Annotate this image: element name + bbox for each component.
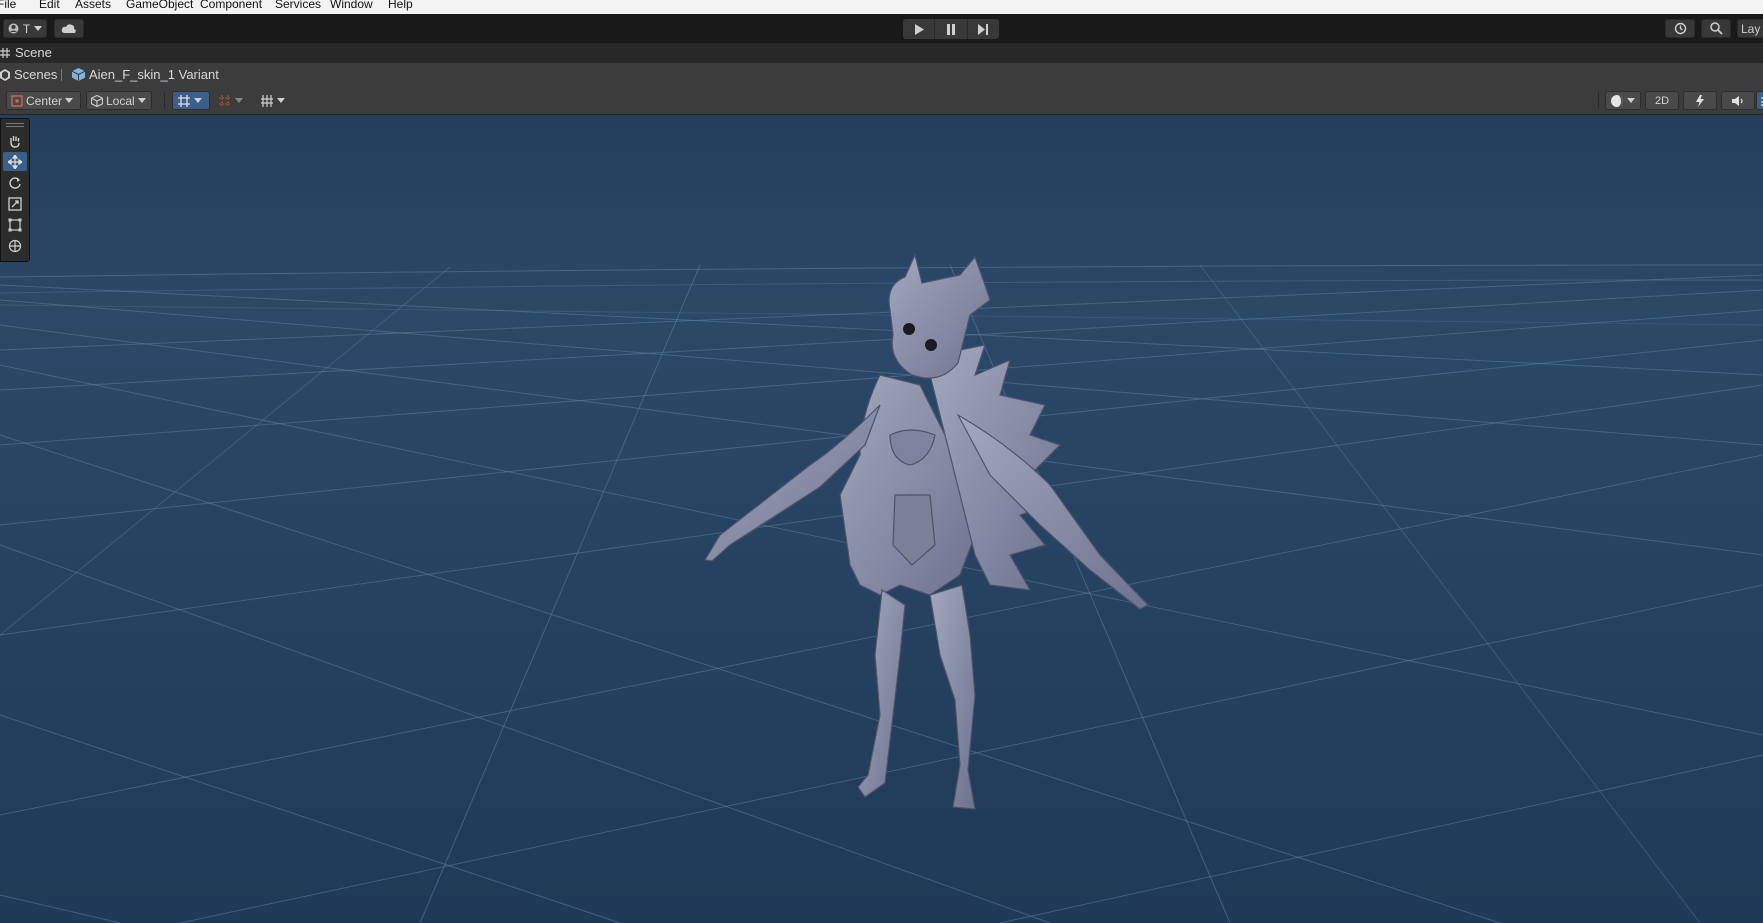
chevron-down-icon — [277, 98, 285, 103]
scale-icon — [8, 196, 22, 211]
pivot-label: Center — [26, 93, 63, 108]
unity-logo-icon — [0, 68, 10, 81]
menu-bar: File Edit Assets GameObject Component Se… — [0, 0, 1763, 14]
menu-help[interactable]: Help — [388, 0, 413, 11]
tool-palette — [0, 118, 30, 262]
breadcrumb-prefab-label: Aien_F_skin_1 Variant — [89, 67, 219, 82]
hand-tool[interactable] — [3, 131, 27, 150]
palette-grip[interactable] — [6, 123, 24, 124]
toolbar-divider — [164, 92, 165, 109]
hand-icon — [10, 135, 20, 148]
breadcrumb-separator — [61, 69, 62, 81]
breadcrumb-scenes[interactable]: Scenes — [0, 67, 57, 82]
scene-viewport[interactable] — [0, 115, 1763, 923]
account-dropdown[interactable]: T — [3, 19, 47, 38]
main-toolbar: T Lay — [0, 14, 1763, 43]
increment-snap-toggle[interactable] — [213, 91, 251, 110]
rotate-icon — [9, 176, 21, 189]
grid-icon — [0, 47, 10, 58]
lighting-toggle[interactable] — [1683, 91, 1717, 110]
chevron-down-icon — [194, 98, 202, 103]
search-icon — [1709, 22, 1723, 35]
menu-file[interactable]: File — [0, 0, 16, 11]
play-icon — [914, 23, 924, 35]
breadcrumb: Scenes Aien_F_skin_1 Variant — [0, 63, 1763, 86]
playback-controls — [903, 19, 999, 39]
rect-tool[interactable] — [3, 215, 27, 234]
cloud-icon — [61, 24, 76, 33]
toggle-2d-button[interactable]: 2D — [1645, 91, 1679, 110]
scale-tool[interactable] — [3, 194, 27, 213]
layers-label: Lay — [1741, 21, 1761, 36]
chevron-down-icon — [235, 98, 243, 103]
lightbulb-icon — [1696, 94, 1704, 107]
rotate-tool[interactable] — [3, 173, 27, 192]
rect-transform-icon — [8, 218, 22, 231]
breadcrumb-scenes-label: Scenes — [14, 67, 58, 82]
history-icon — [1674, 22, 1686, 35]
local-space-icon — [91, 94, 103, 107]
menu-edit[interactable]: Edit — [39, 0, 60, 11]
search-button[interactable] — [1701, 19, 1731, 38]
increment-snap-icon — [219, 94, 231, 107]
step-button[interactable] — [968, 19, 999, 39]
breadcrumb-prefab[interactable]: Aien_F_skin_1 Variant — [72, 67, 219, 82]
chevron-down-icon — [1627, 98, 1635, 103]
toolbar-divider — [1598, 92, 1599, 109]
space-label: Local — [106, 93, 135, 108]
audio-toggle[interactable] — [1721, 91, 1755, 110]
chevron-down-icon — [34, 26, 43, 31]
pause-button[interactable] — [935, 19, 968, 39]
prefab-variant-icon — [72, 68, 85, 81]
menu-assets[interactable]: Assets — [75, 0, 111, 11]
account-label: T — [22, 21, 31, 36]
transform-icon — [8, 239, 22, 252]
space-dropdown[interactable]: Local — [86, 91, 152, 110]
step-icon — [977, 23, 988, 35]
cloud-button[interactable] — [54, 19, 84, 38]
speaker-icon — [1732, 95, 1743, 106]
account-icon — [8, 23, 19, 34]
layers-dropdown[interactable]: Lay — [1737, 19, 1763, 38]
pivot-center-icon — [11, 94, 23, 107]
history-button[interactable] — [1665, 19, 1695, 38]
pause-icon — [946, 23, 955, 35]
effects-toggle[interactable] — [1756, 91, 1763, 110]
grid-visibility-toggle[interactable] — [255, 91, 291, 110]
grid-visibility-icon — [261, 94, 273, 107]
chevron-down-icon — [137, 98, 146, 103]
grid-snap-toggle[interactable] — [172, 91, 210, 110]
scene-toolbar: Center Local 2D — [0, 86, 1763, 115]
grid-snap-icon — [178, 94, 190, 107]
menu-window[interactable]: Window — [330, 0, 373, 11]
shading-sphere-icon — [1611, 94, 1623, 107]
shading-mode-dropdown[interactable] — [1605, 91, 1641, 110]
tab-scene[interactable]: Scene — [0, 45, 52, 60]
move-tool[interactable] — [3, 152, 27, 171]
tab-scene-label: Scene — [15, 45, 52, 60]
toggle-2d-label: 2D — [1654, 94, 1670, 107]
menu-gameobject[interactable]: GameObject — [126, 0, 193, 11]
chevron-down-icon — [65, 98, 74, 103]
scene-tab-bar: Scene — [0, 43, 1763, 64]
transform-tool[interactable] — [3, 236, 27, 255]
play-button[interactable] — [903, 19, 936, 39]
move-arrows-icon — [8, 154, 22, 169]
pivot-dropdown[interactable]: Center — [6, 91, 81, 110]
viewport-canvas — [0, 115, 1763, 923]
menu-services[interactable]: Services — [275, 0, 321, 11]
palette-grip[interactable] — [6, 126, 24, 127]
menu-component[interactable]: Component — [200, 0, 262, 11]
